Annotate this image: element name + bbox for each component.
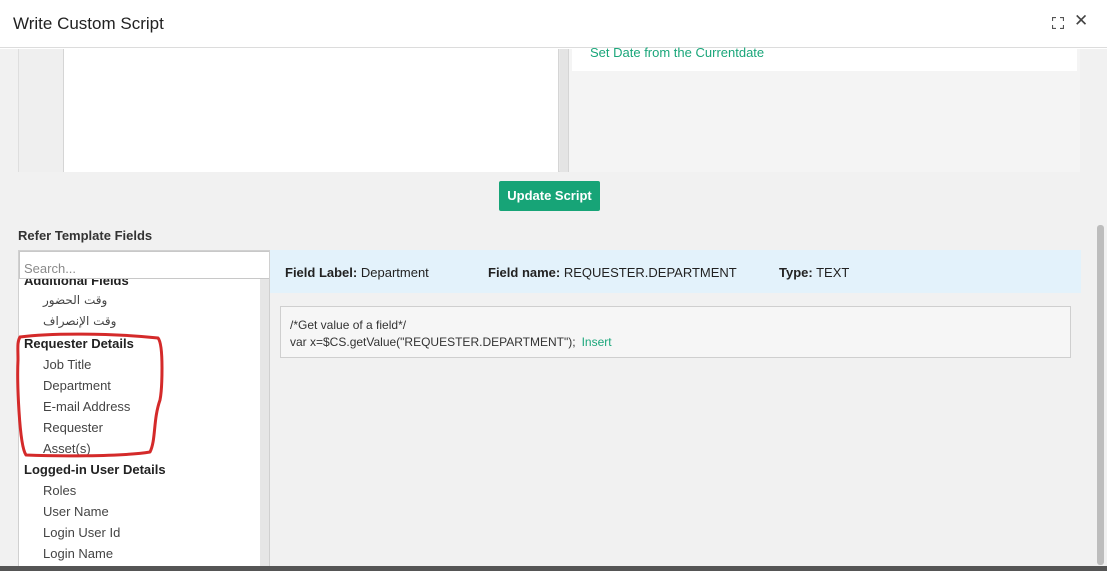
editor-gutter <box>19 49 64 172</box>
field-item-departure-time[interactable]: وقت الإنصراف <box>43 314 116 328</box>
field-label-value: Department <box>360 265 429 280</box>
code-sample-box: /*Get value of a field*/ var x=$CS.getVa… <box>280 306 1071 358</box>
field-detail-panel: Field Label: Department Field name: REQU… <box>270 250 1081 567</box>
field-item-email-address[interactable]: E-mail Address <box>43 399 130 414</box>
custom-script-dialog: Write Custom Script ✕ Set Date from the … <box>0 0 1107 571</box>
field-label-key: Field Label: <box>285 265 358 280</box>
pane-splitter[interactable] <box>560 49 568 172</box>
field-item-user-name[interactable]: User Name <box>43 504 109 519</box>
field-list-scrollbar[interactable] <box>260 279 269 566</box>
refer-template-fields-label: Refer Template Fields <box>18 228 153 243</box>
field-item-job-title[interactable]: Job Title <box>43 357 91 372</box>
code-line: var x=$CS.getValue("REQUESTER.DEPARTMENT… <box>290 335 612 349</box>
field-label-info: Field Label: Department <box>285 265 429 280</box>
field-info-bar: Field Label: Department Field name: REQU… <box>270 250 1081 293</box>
code-comment: /*Get value of a field*/ <box>290 318 407 332</box>
group-requester-details: Requester Details <box>24 336 134 351</box>
field-item-login-name[interactable]: Login Name <box>43 546 113 561</box>
snippet-item: Set Date from the Currentdate <box>572 45 1077 71</box>
field-item-roles[interactable]: Roles <box>43 483 76 498</box>
dialog-header: Write Custom Script ✕ <box>0 0 1107 48</box>
bottom-bar <box>0 566 1107 571</box>
code-text: var x=$CS.getValue("REQUESTER.DEPARTMENT… <box>290 335 576 349</box>
field-type-key: Type: <box>779 265 813 280</box>
snippet-panel: Set Date from the Currentdate <box>568 45 1080 172</box>
field-item-department[interactable]: Department <box>43 378 111 393</box>
field-item-requester[interactable]: Requester <box>43 420 103 435</box>
update-script-button[interactable]: Update Script <box>499 181 600 211</box>
search-input[interactable] <box>19 251 269 279</box>
dialog-body: Set Date from the Currentdate Update Scr… <box>0 45 1107 567</box>
field-type-info: Type: TEXT <box>779 265 849 280</box>
field-item-attendance-time[interactable]: وقت الحضور <box>43 293 107 307</box>
expand-icon[interactable] <box>1052 17 1064 29</box>
field-item-login-user-id[interactable]: Login User Id <box>43 525 120 540</box>
script-editor-area: Set Date from the Currentdate <box>18 45 1080 172</box>
group-logged-in-user-details: Logged-in User Details <box>24 462 166 477</box>
window-scrollbar-thumb[interactable] <box>1097 225 1104 565</box>
template-fields-panel: Additional Fields وقت الحضور وقت الإنصرا… <box>18 250 270 567</box>
field-name-value: REQUESTER.DEPARTMENT <box>563 265 737 280</box>
field-item-assets[interactable]: Asset(s) <box>43 441 91 456</box>
field-name-key: Field name: <box>488 265 561 280</box>
script-editor[interactable] <box>64 49 559 172</box>
field-name-info: Field name: REQUESTER.DEPARTMENT <box>488 265 737 280</box>
group-additional-fields: Additional Fields <box>24 279 129 288</box>
field-type-value: TEXT <box>816 265 850 280</box>
snippet-link[interactable]: Set Date from the Currentdate <box>590 45 764 60</box>
insert-link[interactable]: Insert <box>582 335 612 349</box>
close-icon[interactable]: ✕ <box>1074 11 1088 31</box>
field-list: Additional Fields وقت الحضور وقت الإنصرا… <box>19 279 260 566</box>
dialog-title: Write Custom Script <box>13 14 164 33</box>
window-scrollbar[interactable] <box>1093 49 1107 567</box>
